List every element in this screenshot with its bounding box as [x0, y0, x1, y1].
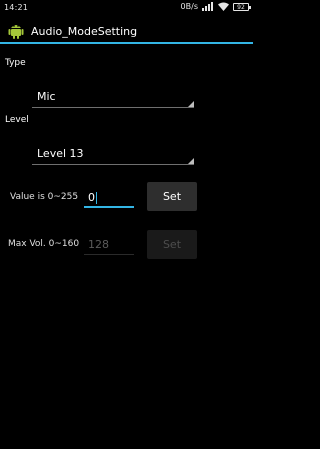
- action-bar: Audio_ModeSetting: [0, 17, 253, 44]
- maxvol-input-underline: [84, 254, 134, 255]
- text-cursor: [96, 192, 97, 204]
- dropdown-arrow-icon: [188, 158, 194, 164]
- value-set-button[interactable]: Set: [147, 182, 197, 211]
- status-icons: 0B/s 92: [180, 2, 251, 11]
- value-input[interactable]: 0: [84, 186, 134, 208]
- level-spinner[interactable]: Level 13: [32, 142, 194, 165]
- maxvol-label: Max Vol. 0~160: [8, 239, 80, 249]
- level-label: Level: [5, 115, 29, 125]
- dropdown-arrow-icon: [188, 101, 194, 107]
- android-app-icon: [8, 22, 24, 39]
- type-spinner[interactable]: Mic: [32, 85, 194, 108]
- maxvol-set-button[interactable]: Set: [147, 230, 197, 259]
- page-title: Audio_ModeSetting: [31, 25, 138, 38]
- wifi-icon: [218, 2, 229, 11]
- level-spinner-value: Level 13: [37, 147, 84, 160]
- type-spinner-value: Mic: [37, 90, 56, 103]
- signal-icon: [202, 2, 214, 11]
- value-input-underline: [84, 206, 134, 208]
- type-label: Type: [5, 58, 26, 68]
- battery-icon: 92: [233, 2, 251, 11]
- network-speed: 0B/s: [180, 2, 198, 11]
- battery-level: 92: [237, 3, 245, 11]
- status-bar: 14:21 0B/s 92: [0, 0, 253, 17]
- maxvol-input[interactable]: 128: [84, 233, 134, 255]
- value-input-text: 0: [88, 191, 95, 204]
- value-label: Value is 0~255: [10, 192, 79, 202]
- status-time: 14:21: [4, 3, 29, 12]
- action-bar-divider: [0, 42, 253, 44]
- maxvol-input-text: 128: [88, 238, 109, 251]
